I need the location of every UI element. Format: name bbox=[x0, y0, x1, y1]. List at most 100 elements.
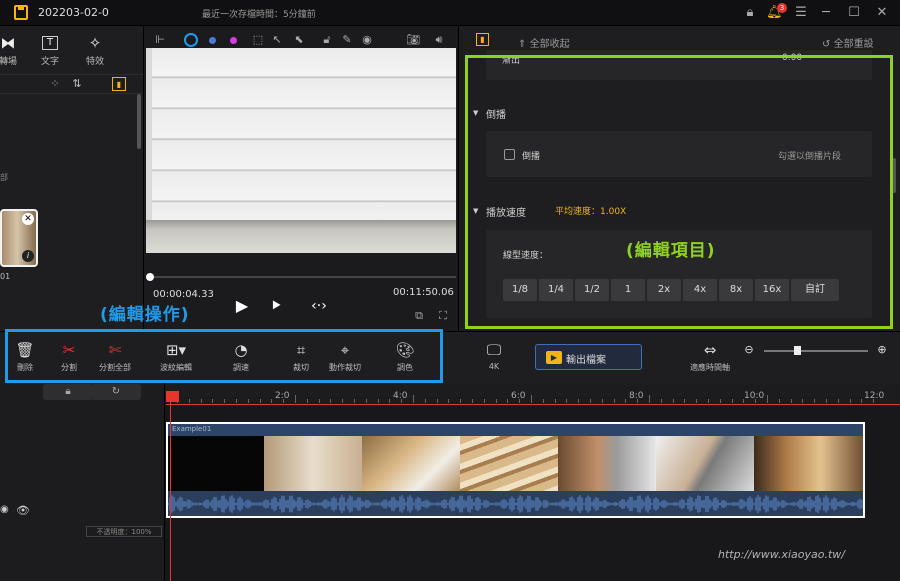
sort-icon[interactable]: ⇅ bbox=[70, 77, 84, 91]
ruler-tick bbox=[306, 399, 308, 403]
pointer-crop-icon[interactable]: ⬉ bbox=[292, 33, 306, 47]
speed-option-1-4[interactable]: 1/4 bbox=[539, 279, 573, 301]
ruler-tick bbox=[708, 399, 709, 403]
clip-frame bbox=[168, 436, 264, 491]
properties-scrollbar[interactable] bbox=[892, 158, 896, 193]
reverse-card: 倒播 勾選以倒播片段 bbox=[486, 131, 872, 177]
annotation-edit-ops: (編輯操作) bbox=[100, 305, 190, 325]
tab-text[interactable]: T 文字 bbox=[30, 34, 70, 67]
link-timeline-button[interactable]: ↻ bbox=[91, 384, 141, 400]
fade-value[interactable]: 0.00 bbox=[782, 53, 802, 63]
expand-speed-icon[interactable]: ▼ bbox=[473, 207, 478, 215]
ripple-edit-icon: ⊞▾ bbox=[165, 341, 187, 359]
ruler-tick bbox=[554, 399, 556, 403]
close-icon[interactable]: ✕ bbox=[874, 5, 890, 21]
speed-option-1-8[interactable]: 1/8 bbox=[503, 279, 537, 301]
fullscreen-icon[interactable]: ⛶ bbox=[436, 309, 450, 323]
bell-icon[interactable]: 🔔︎ 3 bbox=[766, 3, 787, 21]
zoom-slider-knob[interactable] bbox=[794, 346, 801, 355]
info-icon[interactable]: i bbox=[22, 250, 34, 262]
color-grade-button[interactable]: 🎨︎ 調色 bbox=[382, 341, 428, 373]
tick-label: 12:0 bbox=[864, 391, 885, 401]
prev-next-frame-icon[interactable]: ‹·› bbox=[300, 296, 338, 316]
title-bar: 202203-02-0 最近一次存檔時間：5分鐘前 🔒︎ 🔔︎ 3 ☰ ─ ☐ ✕ bbox=[0, 0, 900, 26]
zoom-slider[interactable] bbox=[764, 350, 868, 352]
save-icon[interactable] bbox=[14, 5, 28, 20]
track-header-panel bbox=[0, 383, 165, 581]
ripple-edit-button[interactable]: ⊞▾ 波紋編輯 bbox=[153, 341, 199, 373]
ruler-tick bbox=[507, 399, 509, 403]
color-mark-blue[interactable] bbox=[209, 37, 216, 44]
step-forward-icon[interactable]: ⯈ bbox=[266, 296, 286, 316]
camera-icon[interactable]: 📷︎ bbox=[406, 33, 420, 47]
audio-waveform bbox=[168, 495, 863, 513]
menu-icon[interactable]: ☰ bbox=[793, 5, 809, 21]
video-clip[interactable]: Example01 bbox=[166, 422, 865, 518]
color-mark-magenta[interactable] bbox=[230, 37, 237, 44]
playhead-handle[interactable] bbox=[166, 391, 179, 402]
ruler-tick bbox=[318, 399, 320, 403]
delete-button[interactable]: 🗑︎ 刪除 bbox=[2, 341, 48, 373]
split-button[interactable]: ✂ 分割 bbox=[46, 341, 92, 373]
lock-icon[interactable]: 🔒︎ bbox=[742, 5, 758, 21]
ruler-tick bbox=[542, 399, 544, 403]
track-eye-icon[interactable]: 👁︎ bbox=[16, 504, 30, 517]
motion-crop-button[interactable]: ⌖ 動作裁切 bbox=[322, 341, 368, 373]
playhead[interactable] bbox=[170, 392, 171, 581]
reverse-title: 倒播 bbox=[486, 110, 506, 121]
screen-icon[interactable]: ⧉ bbox=[412, 309, 426, 323]
speed-option-8x[interactable]: 8x bbox=[719, 279, 753, 301]
grid-view-icon[interactable]: ⁘ bbox=[48, 77, 62, 91]
speed-option-custom[interactable]: 自訂 bbox=[791, 279, 839, 301]
remove-media-icon[interactable]: ✕ bbox=[22, 213, 34, 225]
lock-timeline-button[interactable]: 🔒︎ bbox=[43, 384, 93, 400]
media-scrollbar[interactable] bbox=[137, 94, 141, 149]
ruler-tick bbox=[365, 399, 367, 403]
ruler-tick bbox=[259, 399, 261, 403]
crop-button[interactable]: ⌗ 裁切 bbox=[278, 341, 324, 373]
panel-toggle-icon[interactable]: ▮ bbox=[112, 77, 126, 91]
select-tool-icon[interactable]: ⬚ bbox=[251, 33, 265, 47]
progress-knob[interactable] bbox=[146, 273, 154, 281]
ruler-tick bbox=[354, 399, 355, 403]
speed-option-1[interactable]: 1 bbox=[611, 279, 645, 301]
zoom-out-icon[interactable]: ⊖ bbox=[742, 343, 756, 357]
reverse-hint: 勾選以倒播片段 bbox=[778, 152, 842, 162]
compare-icon[interactable]: ⊩ bbox=[153, 33, 167, 47]
ruler-tick bbox=[472, 399, 473, 403]
zoom-in-icon[interactable]: ⊕ bbox=[875, 343, 889, 357]
eye-icon[interactable]: ◉ bbox=[360, 33, 374, 47]
format-4k-button[interactable]: 🖵︎ 4K bbox=[471, 341, 517, 371]
fit-timeline-button[interactable]: ⇔ 適應時間軸 bbox=[684, 341, 736, 373]
speed-title: 播放速度 bbox=[486, 208, 526, 219]
ruler-tick bbox=[767, 395, 768, 403]
collapse-all-button[interactable]: ⇑ 全部收起 bbox=[518, 35, 570, 50]
speed-option-2x[interactable]: 2x bbox=[647, 279, 681, 301]
speed-option-16x[interactable]: 16x bbox=[755, 279, 789, 301]
preview-progress-bar[interactable] bbox=[146, 273, 456, 281]
lock-track-icon[interactable]: 🔓︎ bbox=[320, 33, 334, 47]
media-thumbnail[interactable]: ✕ i bbox=[0, 209, 38, 267]
panel-toggle-right-icon[interactable]: ▮ bbox=[476, 33, 489, 46]
play-icon[interactable]: ▶ bbox=[232, 296, 252, 316]
reverse-checkbox[interactable] bbox=[504, 149, 515, 160]
color-mark-selected[interactable] bbox=[184, 33, 198, 47]
volume-icon[interactable]: 🔊︎ bbox=[432, 33, 446, 47]
media-label: 01 bbox=[0, 272, 11, 281]
tab-transition[interactable]: ⧓ 轉場 bbox=[0, 34, 28, 67]
track-visibility-icon[interactable]: ◉ bbox=[0, 504, 9, 515]
pointer-tool-icon[interactable]: ↖ bbox=[270, 33, 284, 47]
ruler-tick bbox=[696, 399, 698, 403]
export-button[interactable]: ▶ 輸出檔案 bbox=[535, 344, 642, 370]
pen-icon[interactable]: ✎ bbox=[340, 33, 354, 47]
split-all-button[interactable]: ✄ 分割全部 bbox=[92, 341, 138, 373]
speed-option-1-2[interactable]: 1/2 bbox=[575, 279, 609, 301]
video-preview[interactable] bbox=[146, 48, 456, 253]
reset-all-button[interactable]: ↺ 全部重設 bbox=[822, 35, 874, 50]
expand-reverse-icon[interactable]: ▼ bbox=[473, 109, 478, 117]
minimize-icon[interactable]: ─ bbox=[818, 5, 834, 21]
maximize-icon[interactable]: ☐ bbox=[846, 5, 862, 21]
speed-option-4x[interactable]: 4x bbox=[683, 279, 717, 301]
speed-button[interactable]: ◔ 調速 bbox=[218, 341, 264, 373]
tab-effects[interactable]: ✧ 特效 bbox=[75, 34, 115, 67]
